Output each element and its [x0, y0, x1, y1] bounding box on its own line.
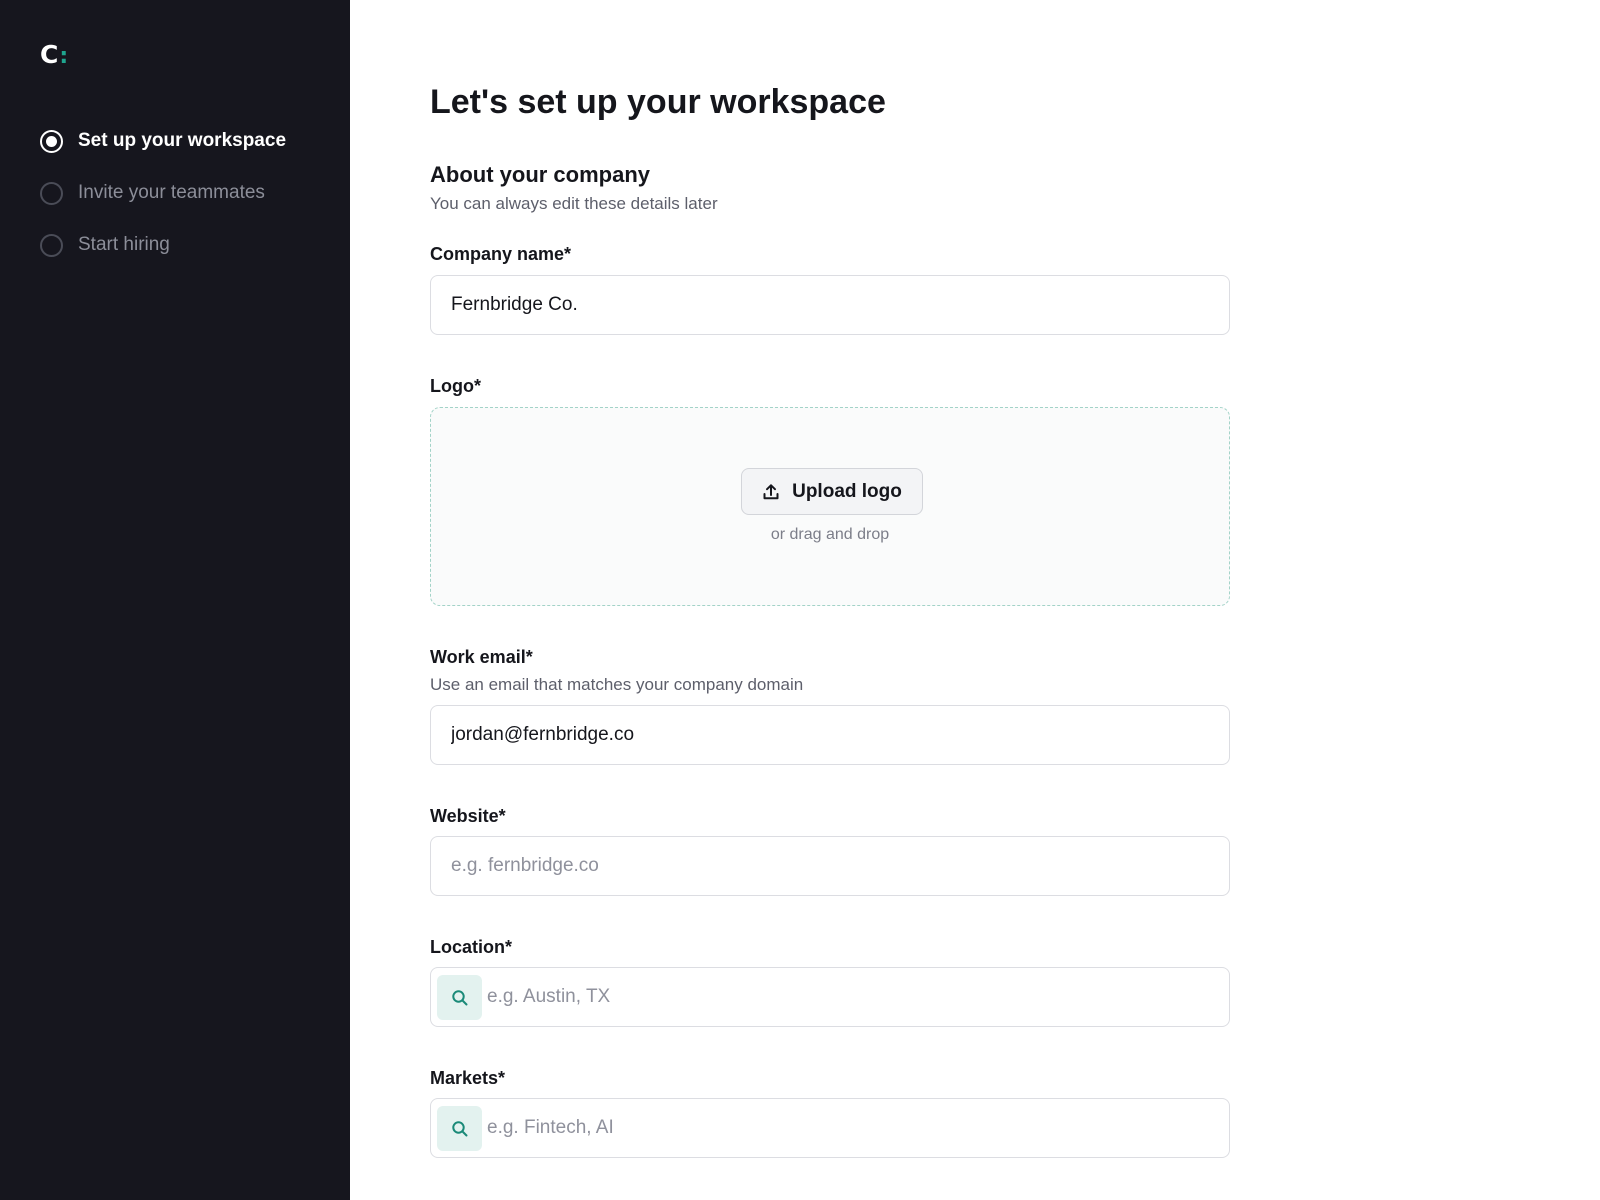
location-search-button[interactable]	[437, 975, 482, 1020]
markets-label: Markets*	[430, 1068, 506, 1088]
app-logo[interactable]: C:	[40, 40, 68, 72]
upload-icon	[762, 483, 780, 501]
upload-logo-button[interactable]: Upload logo	[741, 468, 923, 515]
markets-search-button[interactable]	[437, 1106, 482, 1151]
section-subtitle: You can always edit these details later	[430, 194, 718, 213]
location-label: Location*	[430, 937, 513, 957]
drag-drop-hint: or drag and drop	[770, 526, 890, 543]
logo-colon: :	[59, 44, 69, 69]
upload-logo-label: Upload logo	[792, 480, 902, 502]
logo-letter: C	[40, 40, 59, 69]
sidebar: C: Set up your workspace Invite your tea…	[0, 0, 350, 1200]
logo-label: Logo*	[430, 376, 481, 396]
step-label: Start hiring	[78, 234, 170, 255]
company-name-label: Company name*	[430, 244, 572, 264]
company-name-input[interactable]	[430, 275, 1230, 335]
page-title: Let's set up your workspace	[430, 83, 886, 121]
search-icon	[451, 989, 467, 1005]
step-label: Invite your teammates	[78, 182, 265, 203]
step-current-icon	[40, 129, 63, 153]
step-pending-icon	[40, 181, 63, 205]
step-label: Set up your workspace	[78, 130, 287, 151]
website-label: Website*	[430, 806, 506, 826]
step-pending-icon	[40, 233, 63, 257]
search-icon	[451, 1120, 467, 1136]
step-start-hiring[interactable]: Start hiring	[40, 231, 286, 259]
logo-dropzone[interactable]: Upload logo or drag and drop	[430, 407, 1230, 606]
work-email-label: Work email*	[430, 647, 533, 667]
section-title: About your company	[430, 162, 651, 187]
onboarding-steps: Set up your workspace Invite your teamma…	[40, 127, 286, 283]
location-search-input[interactable]	[430, 967, 1230, 1027]
work-email-help: Use an email that matches your company d…	[430, 675, 804, 694]
step-setup-workspace[interactable]: Set up your workspace	[40, 127, 286, 155]
work-email-input[interactable]	[430, 705, 1230, 765]
website-input[interactable]	[430, 836, 1230, 896]
markets-search-input[interactable]	[430, 1098, 1230, 1158]
step-invite-teammates[interactable]: Invite your teammates	[40, 179, 286, 207]
